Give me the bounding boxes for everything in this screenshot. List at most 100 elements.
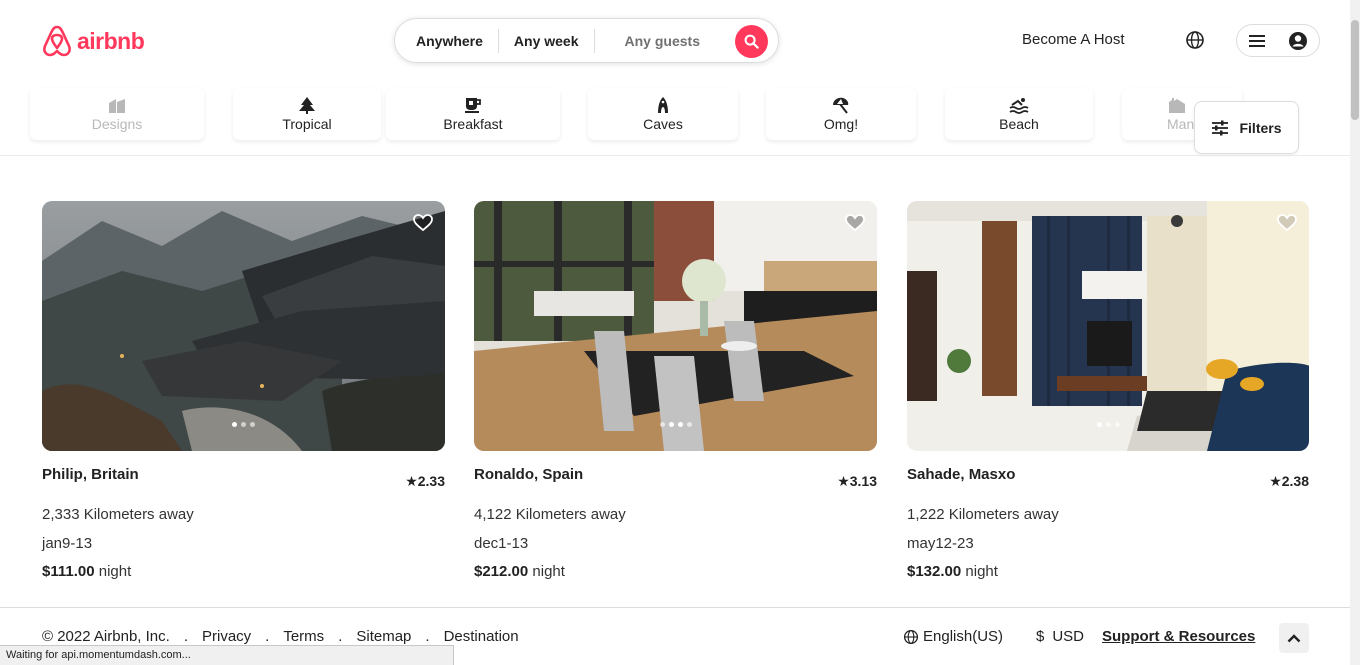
browser-status-bar: Waiting for api.momentumdash.com...	[0, 645, 454, 665]
listing-location: Ronaldo, Spain	[474, 466, 584, 483]
filters-icon	[1212, 120, 1229, 135]
category-tropical[interactable]: Tropical	[233, 88, 381, 140]
currency-label: USD	[1052, 628, 1085, 645]
footer-link-terms[interactable]: Terms	[283, 628, 324, 645]
listing-rating: ★2.38	[1269, 473, 1309, 490]
listing-photo[interactable]	[474, 201, 877, 451]
search-any-week[interactable]: Any week	[499, 30, 594, 52]
support-resources-link[interactable]: Support & Resources	[1102, 628, 1255, 645]
logo-text: airbnb	[77, 27, 145, 54]
listing-photo[interactable]	[907, 201, 1309, 451]
pagination-dot[interactable]	[686, 422, 692, 427]
currency-symbol: $	[1036, 628, 1045, 645]
language-selector[interactable]: English(US)	[903, 628, 1003, 645]
category-omg[interactable]: Omg!	[766, 88, 916, 140]
category-label: Breakfast	[443, 116, 503, 132]
airbnb-logo-icon	[43, 25, 71, 57]
listing-dates: jan9-13	[42, 535, 93, 552]
listing-card[interactable]: Sahade, Masxo ★2.38 1,222 Kilometers awa…	[907, 201, 1309, 580]
photo-pagination	[474, 422, 877, 427]
category-label: Caves	[643, 116, 683, 132]
favorite-heart-icon[interactable]	[1277, 214, 1297, 232]
listing-image-village	[42, 201, 445, 451]
filters-button[interactable]: Filters	[1194, 101, 1299, 154]
price-value: $132.00	[907, 563, 962, 580]
footer-link-sitemap[interactable]: Sitemap	[356, 628, 411, 645]
pagination-dot[interactable]	[659, 422, 665, 427]
star-icon: ★	[1269, 473, 1282, 489]
currency-selector[interactable]: $ USD	[1036, 628, 1084, 645]
category-label: Man	[1167, 116, 1195, 132]
tropical-icon	[299, 97, 315, 114]
category-breakfast[interactable]: Breakfast	[386, 88, 560, 140]
category-designs[interactable]: Designs	[30, 88, 204, 140]
breakfast-icon	[465, 98, 481, 113]
search-icon	[744, 34, 759, 49]
menu-icon	[1249, 34, 1265, 47]
chevron-up-icon	[1287, 634, 1301, 643]
become-host-link[interactable]: Become A Host	[1022, 31, 1125, 48]
pagination-dot[interactable]	[677, 422, 683, 427]
pagination-dot[interactable]	[1114, 422, 1120, 427]
category-label: Tropical	[282, 116, 332, 132]
category-beach[interactable]: Beach	[945, 88, 1093, 140]
globe-icon	[903, 629, 919, 644]
pagination-dot[interactable]	[241, 422, 246, 427]
photo-pagination	[907, 422, 1309, 427]
listing-dates: may12-23	[907, 535, 974, 552]
category-bar: Designs Tropical Breakfast Caves Omg! Be…	[0, 82, 1350, 156]
favorite-heart-icon[interactable]	[845, 214, 865, 232]
footer-separator: .	[425, 628, 430, 645]
listing-price: $212.00 night	[474, 563, 565, 580]
listing-price: $111.00 night	[42, 563, 131, 580]
search-anywhere[interactable]: Anywhere	[395, 30, 498, 52]
copyright: © 2022 Airbnb, Inc.	[42, 628, 170, 645]
footer-link-privacy[interactable]: Privacy	[202, 628, 251, 645]
listing-card[interactable]: Philip, Britain ★2.33 2,333 Kilometers a…	[42, 201, 445, 580]
footer-link-destination[interactable]: Destination	[444, 628, 519, 645]
mansions-icon	[1169, 98, 1185, 113]
pagination-dot[interactable]	[250, 422, 255, 427]
search-bar[interactable]: Anywhere Any week Any guests	[394, 18, 779, 63]
listing-distance: 4,122 Kilometers away	[474, 506, 626, 523]
price-unit: night	[532, 563, 565, 580]
rating-value: 2.33	[417, 473, 445, 489]
pagination-dot[interactable]	[1096, 422, 1102, 427]
footer-separator: .	[265, 628, 270, 645]
scrollbar-thumb[interactable]	[1351, 20, 1359, 120]
star-icon: ★	[837, 473, 850, 489]
listing-distance: 1,222 Kilometers away	[907, 506, 1059, 523]
price-value: $212.00	[474, 563, 529, 580]
listing-distance: 2,333 Kilometers away	[42, 506, 194, 523]
listing-price: $132.00 night	[907, 563, 998, 580]
search-button[interactable]	[735, 25, 768, 58]
favorite-heart-icon[interactable]	[413, 214, 433, 232]
price-unit: night	[965, 563, 998, 580]
category-caves[interactable]: Caves	[588, 88, 738, 140]
pagination-dot[interactable]	[232, 422, 237, 427]
footer-separator: .	[338, 628, 343, 645]
page-scrollbar[interactable]	[1350, 0, 1360, 665]
listing-card[interactable]: Ronaldo, Spain ★3.13 4,122 Kilometers aw…	[474, 201, 877, 580]
airbnb-logo[interactable]: airbnb	[41, 24, 145, 58]
scroll-up-button[interactable]	[1279, 623, 1309, 653]
rating-value: 3.13	[849, 473, 877, 489]
user-avatar-icon	[1289, 31, 1307, 50]
footer-separator: .	[183, 628, 188, 645]
pagination-dot[interactable]	[668, 422, 674, 427]
category-label: Omg!	[823, 116, 859, 132]
listing-rating: ★3.13	[837, 473, 877, 490]
globe-icon[interactable]	[1185, 30, 1205, 50]
language-label: English(US)	[923, 628, 1004, 645]
caves-icon	[658, 97, 668, 113]
designs-icon	[109, 99, 125, 113]
omg-icon	[833, 97, 849, 114]
search-any-guests[interactable]: Any guests	[595, 30, 715, 52]
category-label: Beach	[999, 116, 1039, 132]
pagination-dot[interactable]	[1105, 422, 1111, 427]
user-menu-button[interactable]	[1236, 24, 1320, 57]
rating-value: 2.38	[1281, 473, 1309, 489]
footer-links: © 2022 Airbnb, Inc. . Privacy . Terms . …	[42, 628, 519, 645]
listing-image-living-room	[907, 201, 1309, 451]
listing-photo[interactable]	[42, 201, 445, 451]
